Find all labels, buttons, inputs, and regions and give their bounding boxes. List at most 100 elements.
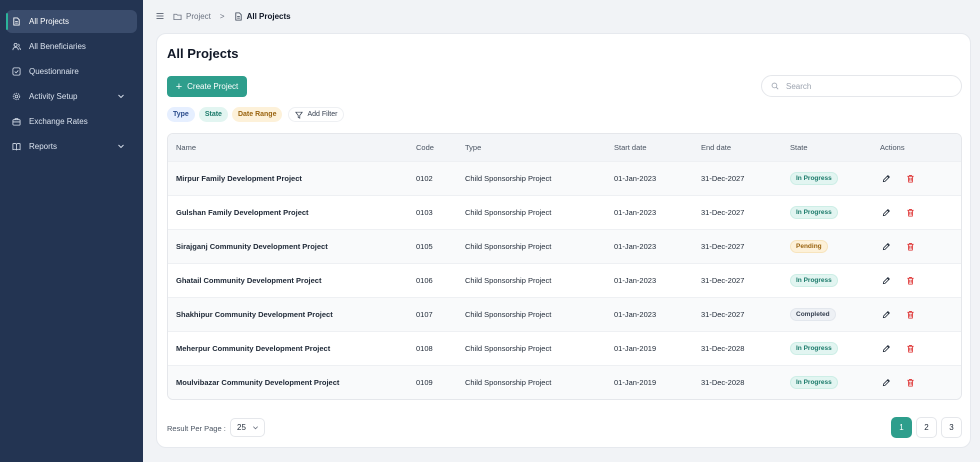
add-filter-button[interactable]: Add Filter xyxy=(288,107,345,122)
projects-card: All Projects + Create Project Type State… xyxy=(156,33,971,448)
sidebar-item-activity-setup[interactable]: Activity Setup xyxy=(6,85,137,108)
column-header-state[interactable]: State xyxy=(790,143,880,152)
chevron-down-icon xyxy=(252,426,258,430)
edit-icon[interactable] xyxy=(880,173,892,185)
cell-end-date: 31-Dec-2028 xyxy=(701,378,745,387)
sidebar-item-questionnaire[interactable]: Questionnaire xyxy=(6,60,137,83)
status-badge: In Progress xyxy=(790,274,838,287)
delete-icon[interactable] xyxy=(904,377,916,389)
edit-icon[interactable] xyxy=(880,377,892,389)
edit-icon[interactable] xyxy=(880,309,892,321)
sidebar-item-all-beneficiaries[interactable]: All Beneficiaries xyxy=(6,35,137,58)
column-header-type[interactable]: Type xyxy=(465,143,614,152)
briefcase-icon xyxy=(12,117,21,126)
status-badge: Pending xyxy=(790,240,828,253)
cell-type: Child Sponsorship Project xyxy=(465,174,552,183)
cell-end-date: 31-Dec-2027 xyxy=(701,242,745,251)
cell-type: Child Sponsorship Project xyxy=(465,208,552,217)
cell-type: Child Sponsorship Project xyxy=(465,344,552,353)
cell-type: Child Sponsorship Project xyxy=(465,242,552,251)
sidebar: All Projects All Beneficiaries Questionn… xyxy=(0,0,143,462)
cell-name[interactable]: Ghatail Community Development Project xyxy=(168,276,416,285)
table-row[interactable]: Sirajganj Community Development Project 0… xyxy=(168,229,961,263)
cell-code: 0105 xyxy=(416,242,433,251)
cell-end-date: 31-Dec-2027 xyxy=(701,276,745,285)
plus-icon: + xyxy=(175,80,183,93)
cell-name[interactable]: Mirpur Family Development Project xyxy=(168,174,416,183)
cell-type: Child Sponsorship Project xyxy=(465,378,552,387)
table-row[interactable]: Moulvibazar Community Development Projec… xyxy=(168,365,961,399)
delete-icon[interactable] xyxy=(904,207,916,219)
cell-name[interactable]: Moulvibazar Community Development Projec… xyxy=(168,378,416,387)
sidebar-item-label: Reports xyxy=(29,142,58,151)
page-title: All Projects xyxy=(167,46,239,61)
search-box[interactable] xyxy=(761,75,962,97)
sidebar-item-exchange-rates[interactable]: Exchange Rates xyxy=(6,110,137,133)
cell-start-date: 01-Jan-2023 xyxy=(614,242,657,251)
table-row[interactable]: Gulshan Family Development Project 0103 Ch… xyxy=(168,195,961,229)
cell-code: 0103 xyxy=(416,208,433,217)
filter-chip-type[interactable]: Type xyxy=(167,107,195,122)
filter-chip-date-range[interactable]: Date Range xyxy=(231,107,283,122)
menu-icon[interactable] xyxy=(155,11,165,21)
edit-icon[interactable] xyxy=(880,343,892,355)
delete-icon[interactable] xyxy=(904,241,916,253)
cell-name[interactable]: Gulshan Family Development Project xyxy=(168,208,416,217)
book-icon xyxy=(12,142,21,151)
column-header-name[interactable]: Name xyxy=(168,143,416,152)
sidebar-item-label: All Projects xyxy=(29,17,70,26)
cell-start-date: 01-Jan-2019 xyxy=(614,344,657,353)
per-page-select[interactable]: 25 xyxy=(230,418,265,437)
projects-table: Name Code Type Start date End date State… xyxy=(167,133,962,400)
delete-icon[interactable] xyxy=(904,173,916,185)
cell-code: 0102 xyxy=(416,174,433,183)
cell-name[interactable]: Sirajganj Community Development Project xyxy=(168,242,416,251)
status-badge: In Progress xyxy=(790,172,838,185)
cell-end-date: 31-Dec-2027 xyxy=(701,174,745,183)
cell-start-date: 01-Jan-2023 xyxy=(614,174,657,183)
cell-end-date: 31-Dec-2027 xyxy=(701,310,745,319)
table-row[interactable]: Shakhipur Community Development Project 0… xyxy=(168,297,961,331)
create-project-button[interactable]: + Create Project xyxy=(167,76,247,97)
sidebar-item-all-projects[interactable]: All Projects xyxy=(6,10,137,33)
file-icon xyxy=(234,11,243,21)
chevron-down-icon xyxy=(117,92,125,100)
page-button-3[interactable]: 3 xyxy=(941,417,962,438)
table-row[interactable]: Ghatail Community Development Project 010… xyxy=(168,263,961,297)
sidebar-item-reports[interactable]: Reports xyxy=(6,135,137,158)
filter-chip-state[interactable]: State xyxy=(198,107,228,122)
sidebar-item-label: Questionnaire xyxy=(29,67,79,76)
breadcrumb-current: All Projects xyxy=(246,11,291,21)
page-button-2[interactable]: 2 xyxy=(916,417,937,438)
cell-start-date: 01-Jan-2023 xyxy=(614,310,657,319)
filter-bar: Type State Date Range Add Filter xyxy=(167,107,345,122)
cell-code: 0109 xyxy=(416,378,433,387)
column-header-start-date[interactable]: Start date xyxy=(614,143,701,152)
page-button-1[interactable]: 1 xyxy=(891,417,912,438)
delete-icon[interactable] xyxy=(904,343,916,355)
edit-icon[interactable] xyxy=(880,207,892,219)
cell-code: 0107 xyxy=(416,310,433,319)
column-header-end-date[interactable]: End date xyxy=(701,143,790,152)
table-row[interactable]: Mirpur Family Development Project 0102 Chi… xyxy=(168,161,961,195)
folder-icon xyxy=(173,12,182,21)
breadcrumb: Project > All Projects xyxy=(143,0,980,32)
cell-name[interactable]: Meherpur Community Development Project xyxy=(168,344,416,353)
cell-end-date: 31-Dec-2027 xyxy=(701,208,745,217)
edit-icon[interactable] xyxy=(880,241,892,253)
edit-icon[interactable] xyxy=(880,275,892,287)
column-header-code[interactable]: Code xyxy=(416,143,465,152)
breadcrumb-parent[interactable]: Project xyxy=(186,12,211,21)
create-project-label: Create Project xyxy=(187,82,239,91)
delete-icon[interactable] xyxy=(904,275,916,287)
per-page-value: 25 xyxy=(237,423,246,432)
search-input[interactable] xyxy=(786,81,946,91)
delete-icon[interactable] xyxy=(904,309,916,321)
table-row[interactable]: Meherpur Community Development Project 01… xyxy=(168,331,961,365)
funnel-icon xyxy=(295,111,304,119)
cell-name[interactable]: Shakhipur Community Development Project xyxy=(168,310,416,319)
table-body: Mirpur Family Development Project 0102 Chi… xyxy=(168,161,961,399)
cell-start-date: 01-Jan-2023 xyxy=(614,208,657,217)
sidebar-item-label: Exchange Rates xyxy=(29,117,88,126)
breadcrumb-separator: > xyxy=(219,11,225,21)
